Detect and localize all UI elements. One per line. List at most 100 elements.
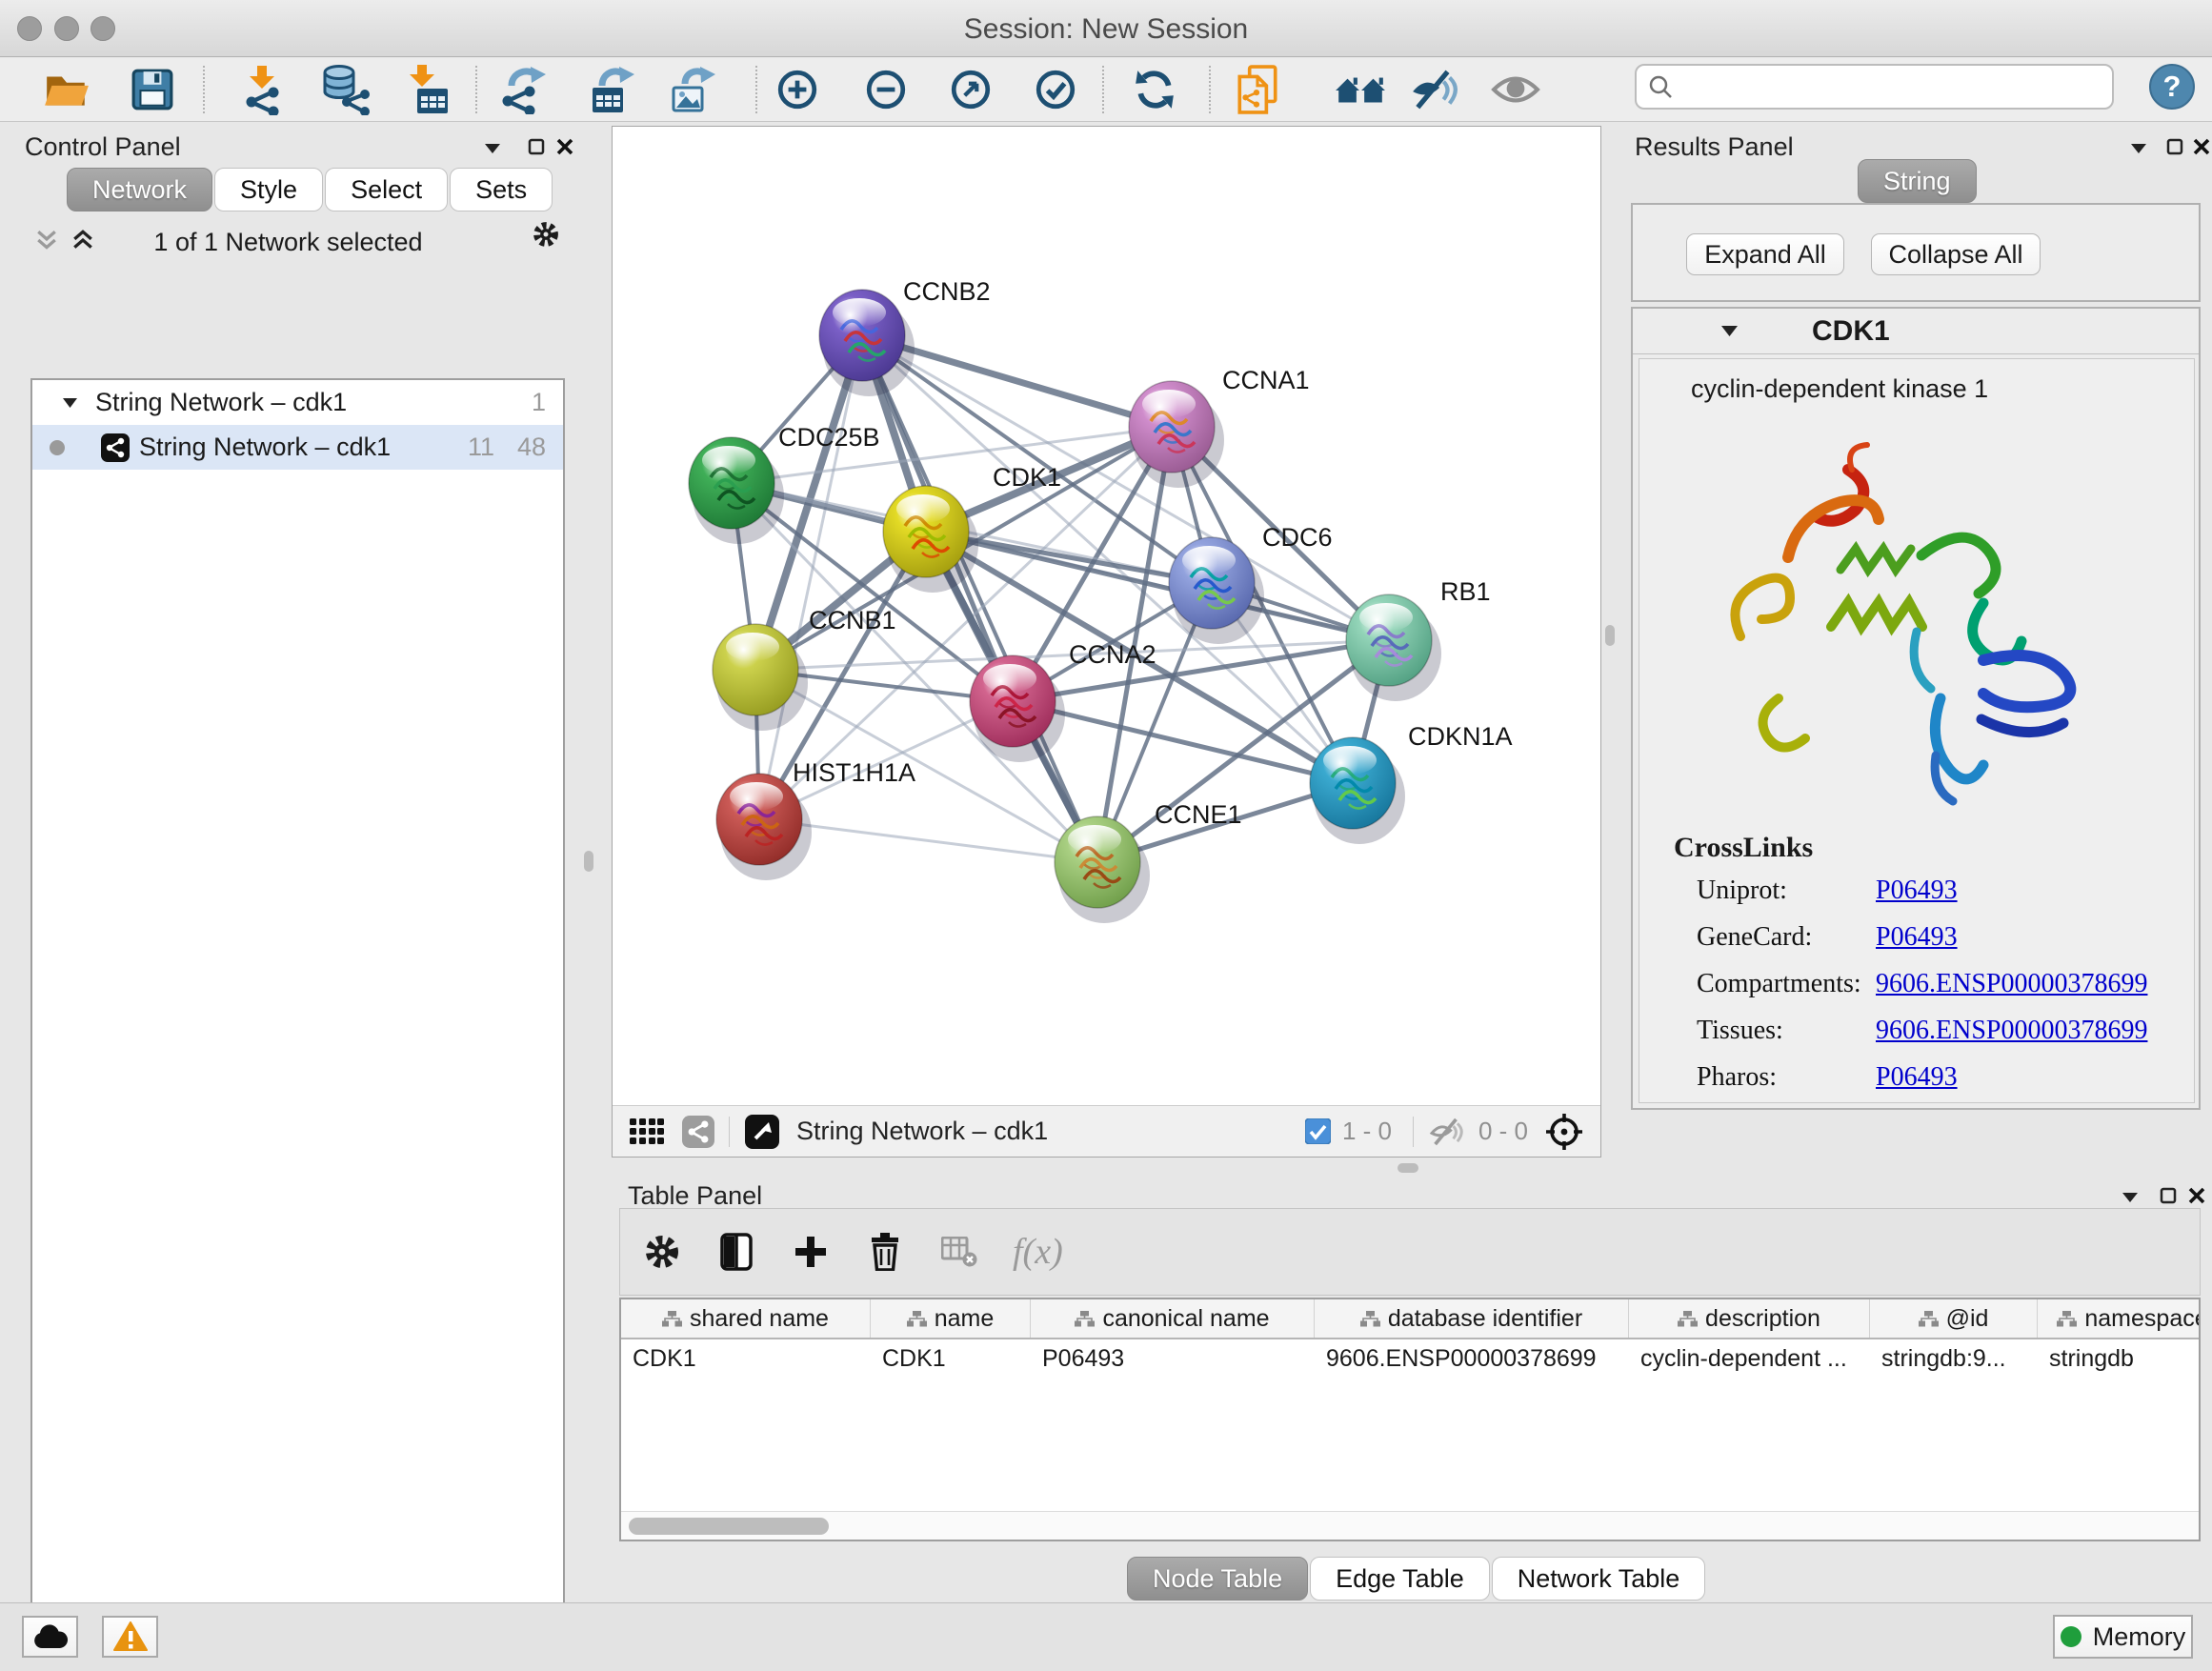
crosslink-link[interactable]: P06493: [1876, 876, 1958, 906]
hidden-eye-slash-icon[interactable]: [1425, 1117, 1469, 1146]
table-cell[interactable]: P06493: [1031, 1339, 1315, 1378]
column-header-namespace[interactable]: namespace: [2038, 1299, 2201, 1338]
zoom-fit-button[interactable]: [942, 61, 999, 118]
column-header-name[interactable]: name: [871, 1299, 1031, 1338]
save-session-button[interactable]: [124, 61, 181, 118]
scrollbar-thumb[interactable]: [629, 1518, 829, 1535]
tab-network[interactable]: Network: [67, 168, 212, 211]
delete-table-icon[interactable]: [938, 1238, 980, 1266]
table-settings-gear-icon[interactable]: [641, 1238, 683, 1266]
network-node-CDKN1A[interactable]: CDKN1A: [1310, 722, 1513, 844]
network-node-RB1[interactable]: RB1: [1346, 577, 1491, 701]
tab-network-table[interactable]: Network Table: [1492, 1557, 1706, 1601]
tab-sets[interactable]: Sets: [450, 168, 553, 211]
table-row[interactable]: CDK1CDK1P064939606.ENSP00000378699cyclin…: [621, 1339, 2199, 1378]
crosslink-link[interactable]: 9606.ENSP00000378699: [1876, 1016, 2147, 1046]
delete-column-trash-icon[interactable]: [864, 1238, 906, 1266]
network-node-CDC6[interactable]: CDC6: [1169, 523, 1333, 644]
import-network-file-button[interactable]: [234, 61, 292, 118]
search-input[interactable]: [1635, 64, 2114, 110]
show-all-button[interactable]: [1487, 61, 1544, 118]
expand-all-button[interactable]: Expand All: [1686, 233, 1844, 275]
show-columns-icon[interactable]: [715, 1238, 757, 1266]
cloud-icon: [32, 1624, 69, 1649]
panel-float-icon[interactable]: [2124, 134, 2153, 163]
network-node-HIST1H1A[interactable]: HIST1H1A: [716, 758, 915, 880]
network-node-CCNA2[interactable]: CCNA2: [970, 640, 1156, 762]
open-session-button[interactable]: [38, 61, 95, 118]
panel-close-icon[interactable]: [2187, 132, 2212, 161]
network-view[interactable]: CCNB2CCNA1CDC25BCDK1CDC6RB1CCNB1CCNA2CDK…: [613, 127, 1600, 1105]
section-collapse-icon[interactable]: [1715, 317, 1743, 346]
function-builder-icon[interactable]: f(x): [1013, 1231, 1063, 1273]
import-network-database-button[interactable]: [315, 61, 372, 118]
crosshair-icon[interactable]: [1538, 1117, 1591, 1146]
network-node-CCNB1[interactable]: CCNB1: [713, 606, 896, 731]
export-network-button[interactable]: [496, 61, 553, 118]
add-column-icon[interactable]: [790, 1238, 832, 1266]
table-cell[interactable]: CDK1: [871, 1339, 1031, 1378]
network-edge[interactable]: [759, 335, 862, 819]
panel-close-icon[interactable]: [551, 132, 579, 161]
crosslink-link[interactable]: P06493: [1876, 1062, 1958, 1093]
node-label-CCNB2: CCNB2: [903, 277, 991, 306]
zoom-selected-button[interactable]: [1027, 61, 1084, 118]
splitter-handle[interactable]: [1605, 625, 1615, 646]
zoom-out-button[interactable]: [857, 61, 915, 118]
export-table-button[interactable]: [583, 61, 640, 118]
grid-view-icon[interactable]: [628, 1117, 666, 1146]
tab-style[interactable]: Style: [214, 168, 323, 211]
tab-string[interactable]: String: [1858, 159, 1977, 203]
table-cell[interactable]: 9606.ENSP00000378699: [1315, 1339, 1629, 1378]
search-field[interactable]: [1682, 71, 2082, 103]
help-button[interactable]: ?: [2149, 64, 2195, 110]
warning-status-button[interactable]: [102, 1616, 158, 1658]
network-node-CCNE1[interactable]: CCNE1: [1055, 800, 1242, 923]
column-header-database-identifier[interactable]: database identifier: [1315, 1299, 1629, 1338]
horizontal-scrollbar[interactable]: [621, 1511, 2199, 1540]
network-collection-row[interactable]: String Network – cdk1 1: [32, 380, 563, 425]
selected-checkbox[interactable]: [1304, 1117, 1333, 1146]
panel-maximize-icon[interactable]: [2161, 132, 2189, 161]
birds-eye-view-icon[interactable]: [741, 1117, 783, 1146]
network-row-selected[interactable]: String Network – cdk1 11 48: [32, 425, 563, 470]
gene-section-header[interactable]: CDK1: [1633, 309, 2199, 354]
column-header-canonical-name[interactable]: canonical name: [1031, 1299, 1315, 1338]
column-header-description[interactable]: description: [1629, 1299, 1870, 1338]
network-node-CCNB2[interactable]: CCNB2: [819, 277, 991, 396]
panel-maximize-icon[interactable]: [2154, 1181, 2182, 1210]
options-gear-icon[interactable]: [532, 220, 560, 249]
column-header-shared-name[interactable]: shared name: [621, 1299, 871, 1338]
cloud-status-button[interactable]: [22, 1616, 78, 1658]
splitter-handle[interactable]: [1398, 1163, 1418, 1173]
table-cell[interactable]: cyclin-dependent ...: [1629, 1339, 1870, 1378]
crosslink-row: Uniprot:P06493: [1697, 876, 2192, 906]
refresh-button[interactable]: [1126, 61, 1183, 118]
first-neighbors-button[interactable]: [1332, 61, 1389, 118]
table-cell[interactable]: stringdb:9...: [1870, 1339, 2038, 1378]
column-header-@id[interactable]: @id: [1870, 1299, 2038, 1338]
gene-description: cyclin-dependent kinase 1: [1691, 374, 2194, 404]
table-cell[interactable]: stringdb: [2038, 1339, 2201, 1378]
network-edge[interactable]: [862, 335, 1389, 640]
network-snapshot-button[interactable]: [1229, 61, 1286, 118]
panel-close-icon[interactable]: [2182, 1181, 2211, 1210]
crosslink-link[interactable]: 9606.ENSP00000378699: [1876, 969, 2147, 999]
crosslink-link[interactable]: P06493: [1876, 922, 1958, 953]
panel-maximize-icon[interactable]: [522, 132, 551, 161]
splitter-handle[interactable]: [584, 851, 593, 872]
tab-node-table[interactable]: Node Table: [1127, 1557, 1308, 1601]
memory-button[interactable]: Memory: [2053, 1615, 2193, 1659]
zoom-in-button[interactable]: [769, 61, 826, 118]
network-node-CCNA1[interactable]: CCNA1: [1129, 366, 1310, 488]
import-table-file-button[interactable]: [398, 61, 455, 118]
tree-expand-icon[interactable]: [55, 389, 84, 417]
tab-edge-table[interactable]: Edge Table: [1310, 1557, 1490, 1601]
tab-select[interactable]: Select: [325, 168, 448, 211]
hide-selected-button[interactable]: [1406, 61, 1463, 118]
export-image-button[interactable]: [664, 61, 721, 118]
panel-float-icon[interactable]: [478, 134, 507, 163]
collapse-all-button[interactable]: Collapse All: [1871, 233, 2041, 275]
network-list-share-icon[interactable]: [679, 1117, 717, 1146]
table-cell[interactable]: CDK1: [621, 1339, 871, 1378]
